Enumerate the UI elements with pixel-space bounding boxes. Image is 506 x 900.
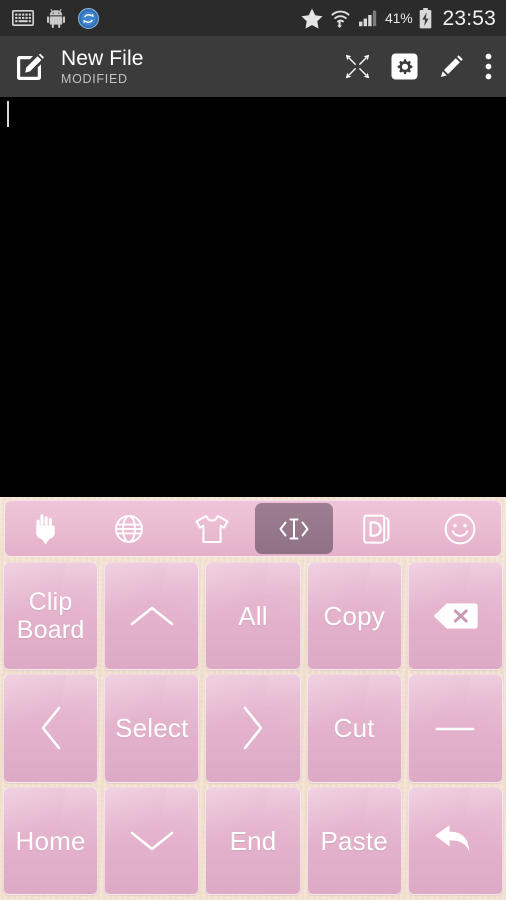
arrow-down-key[interactable]	[104, 786, 200, 895]
keyboard-icon	[12, 10, 34, 26]
status-bar-notifications	[12, 7, 99, 29]
toolbar-item-emoji[interactable]	[418, 501, 501, 556]
keyboard-key-grid: Clip Board All Copy Select Cut Home End …	[0, 560, 506, 897]
keyboard-toolbar	[4, 500, 502, 557]
paste-key-label: Paste	[320, 825, 388, 856]
edit-document-icon[interactable]	[13, 50, 47, 84]
phone-screen: 41% 23:53 New File MODIFIED Clip Board A…	[0, 0, 506, 900]
globe-language-icon	[115, 514, 143, 543]
text-cursor-arrows-icon	[279, 518, 309, 539]
on-screen-keyboard: Clip Board All Copy Select Cut Home End …	[0, 497, 506, 900]
keyboard-row-2: Select Cut	[0, 672, 506, 784]
dictionary-card-icon	[363, 514, 390, 544]
pencil-icon[interactable]	[439, 54, 464, 79]
clock-label: 23:53	[442, 6, 496, 30]
cell-signal-icon	[359, 10, 377, 27]
smiley-emoji-icon	[444, 513, 476, 544]
home-key-label: Home	[15, 825, 86, 856]
app-bar-title-block: New File MODIFIED	[61, 48, 143, 86]
toolbar-item-text-navigation[interactable]	[253, 501, 336, 556]
gear-icon[interactable]	[391, 53, 418, 80]
three-dots-vertical-icon[interactable]	[485, 53, 492, 80]
star-icon	[301, 8, 323, 28]
tshirt-theme-icon	[195, 514, 229, 543]
copy-key[interactable]: Copy	[306, 562, 402, 671]
toolbar-item-dictionary[interactable]	[336, 501, 419, 556]
clipboard-key-label: Clip Board	[16, 588, 85, 645]
clipboard-key[interactable]: Clip Board	[3, 562, 99, 671]
gesture-hand-icon	[36, 513, 56, 544]
app-bar: New File MODIFIED	[0, 36, 506, 97]
select-key-label: Select	[115, 713, 189, 744]
status-bar-system: 41% 23:53	[301, 6, 496, 30]
paste-key[interactable]: Paste	[306, 786, 402, 895]
chevron-left-icon	[41, 707, 60, 750]
arrow-left-key[interactable]	[3, 674, 99, 783]
select-key[interactable]: Select	[104, 674, 200, 783]
return-arrow-icon	[435, 825, 470, 852]
select-all-key-label: All	[238, 600, 268, 631]
select-all-key[interactable]: All	[205, 562, 301, 671]
arrow-right-key[interactable]	[205, 674, 301, 783]
page-title: New File	[61, 46, 144, 70]
chevron-down-icon	[130, 831, 174, 851]
chevron-up-icon	[130, 606, 174, 626]
cut-key-label: Cut	[333, 713, 375, 744]
toolbar-item-language[interactable]	[88, 501, 171, 556]
file-status-label: MODIFIED	[61, 71, 128, 86]
sync-refresh-icon	[78, 7, 99, 29]
backspace-key[interactable]	[407, 562, 504, 671]
toolbar-item-theme[interactable]	[170, 501, 253, 556]
text-editor-area[interactable]	[0, 97, 506, 497]
expand-arrows-icon[interactable]	[345, 54, 370, 79]
battery-percent-label: 41%	[385, 10, 413, 26]
status-bar: 41% 23:53	[0, 0, 506, 36]
android-robot-icon	[47, 8, 65, 28]
underscore-space-icon	[436, 728, 475, 731]
cut-key[interactable]: Cut	[306, 674, 402, 783]
space-key[interactable]	[407, 674, 504, 783]
backspace-icon	[434, 603, 479, 629]
keyboard-row-1: Clip Board All Copy	[0, 560, 506, 672]
text-caret	[7, 101, 9, 127]
home-key[interactable]: Home	[3, 786, 99, 895]
toolbar-item-gesture[interactable]	[5, 501, 88, 556]
enter-return-key[interactable]	[407, 786, 504, 895]
end-key-label: End	[229, 825, 277, 856]
keyboard-row-3: Home End Paste	[0, 785, 506, 897]
chevron-right-icon	[243, 707, 263, 750]
wifi-transfer-icon	[331, 10, 350, 28]
arrow-up-key[interactable]	[104, 562, 200, 671]
app-bar-actions	[345, 53, 492, 80]
battery-charging-icon	[420, 7, 432, 28]
copy-key-label: Copy	[323, 600, 385, 631]
end-key[interactable]: End	[205, 786, 301, 895]
